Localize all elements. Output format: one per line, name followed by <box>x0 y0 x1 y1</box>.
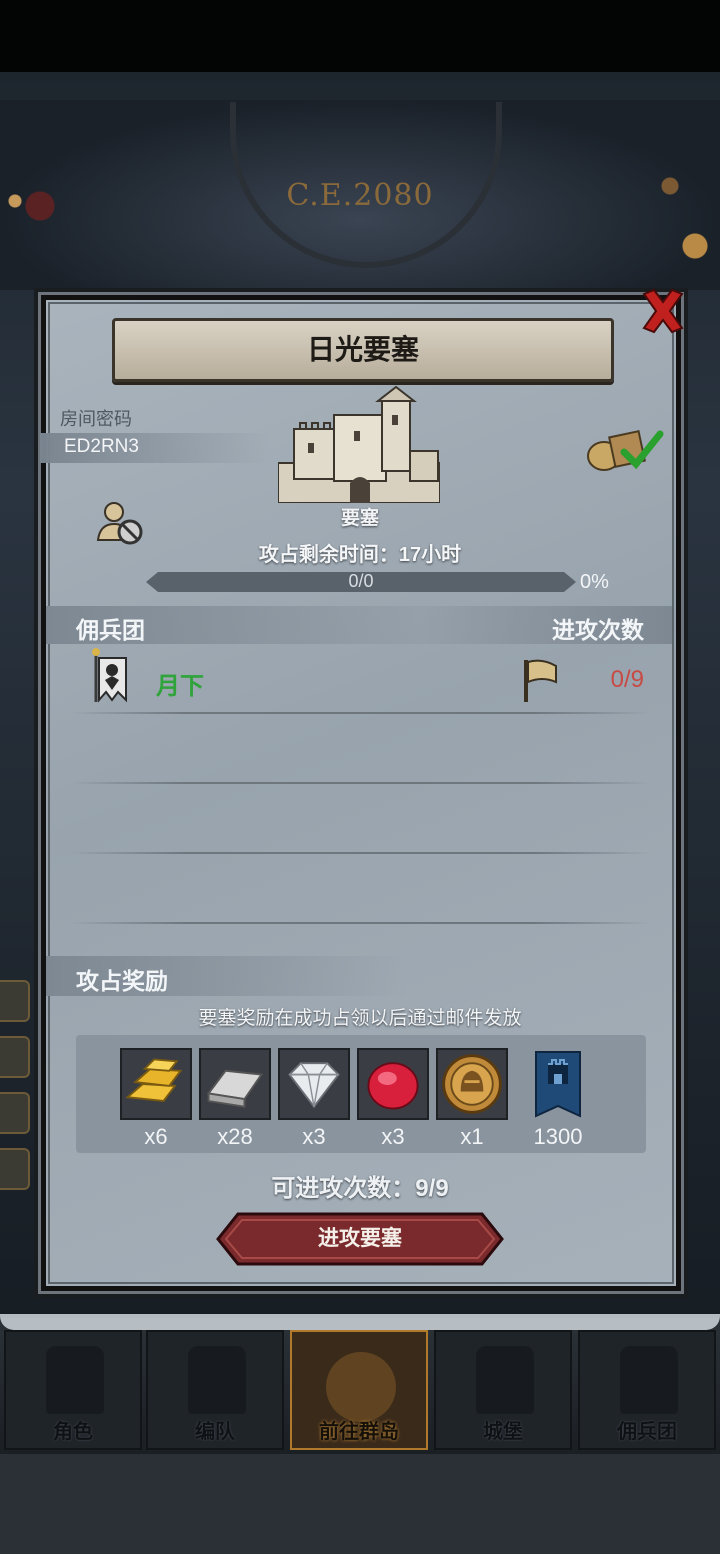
progress-percent: 0% <box>580 571 609 593</box>
helmet-icon <box>188 1346 246 1414</box>
reward-item-gold[interactable] <box>120 1048 192 1120</box>
attack-times-column-label: 进攻次数 <box>552 617 644 643</box>
nav-label: 佣兵团 <box>617 1421 677 1443</box>
close-button[interactable] <box>636 284 690 338</box>
reward-count: 1300 <box>533 1124 583 1149</box>
knight-medal-icon <box>438 1050 506 1118</box>
reward-count: x1 <box>460 1124 484 1149</box>
reward-item-diamond[interactable] <box>278 1048 350 1120</box>
close-icon <box>642 288 684 334</box>
reward-count: x6 <box>144 1124 168 1149</box>
title-banner: 日光要塞 <box>112 318 614 382</box>
nav-formation[interactable]: 编队 <box>146 1330 284 1450</box>
available-attacks: 可进攻次数：9/9 <box>271 1175 449 1202</box>
fortress-type-label: 要塞 <box>340 508 379 529</box>
reward-count: x28 <box>217 1124 253 1149</box>
islands-icon <box>326 1352 396 1422</box>
side-tab[interactable] <box>0 1036 30 1078</box>
reward-item-silver[interactable] <box>199 1048 271 1120</box>
remaining-time: 攻占剩余时间：17小时 <box>258 544 462 566</box>
christmas-decoration-right <box>640 176 720 266</box>
dialog-title: 日光要塞 <box>306 334 419 365</box>
side-tab[interactable] <box>0 1092 30 1134</box>
row-divider <box>70 922 650 924</box>
attack-flag-icon <box>524 659 557 702</box>
nav-label: 编队 <box>195 1421 235 1443</box>
diamond-icon <box>280 1050 348 1118</box>
attack-fortress-button[interactable]: 进攻要塞 <box>216 1212 504 1266</box>
reward-title: 攻占奖励 <box>76 968 168 994</box>
footer-area <box>0 1454 720 1554</box>
nav-label: 城堡 <box>483 1421 523 1443</box>
mercenary-column-label: 佣兵团 <box>76 617 145 643</box>
row-divider <box>70 712 650 714</box>
silver-bar-icon <box>201 1050 269 1118</box>
christmas-decoration-left <box>0 176 90 256</box>
knight-icon <box>46 1346 104 1414</box>
era-label: C.E.2080 <box>286 178 434 213</box>
nav-label: 前往群岛 <box>319 1421 399 1443</box>
guild-banner-emblem-icon <box>92 648 127 703</box>
nav-label: 角色 <box>53 1421 93 1443</box>
row-divider <box>70 852 650 854</box>
guild-attack-count: 0/9 <box>610 666 644 693</box>
reward-item-medal[interactable] <box>436 1048 508 1120</box>
mercenary-ship-icon <box>620 1346 678 1414</box>
attack-fortress-label: 进攻要塞 <box>318 1227 402 1250</box>
castle-icon <box>476 1346 534 1414</box>
nav-character[interactable]: 角色 <box>4 1330 142 1450</box>
nav-islands[interactable]: 前往群岛 <box>290 1330 428 1450</box>
status-bar <box>0 0 720 72</box>
reward-item-ruby[interactable] <box>357 1048 429 1120</box>
row-divider <box>70 782 650 784</box>
progress-text: 0/0 <box>348 571 374 591</box>
snow-edge <box>0 1314 720 1330</box>
reward-count: x3 <box>302 1124 326 1149</box>
reward-count: x3 <box>381 1124 405 1149</box>
reward-note: 要塞奖励在成功占领以后通过邮件发放 <box>198 1008 522 1029</box>
nav-mercenary[interactable]: 佣兵团 <box>578 1330 716 1450</box>
loot-collected-icon[interactable] <box>584 422 666 474</box>
nav-castle[interactable]: 城堡 <box>434 1330 572 1450</box>
fortress-castle-icon <box>278 385 440 503</box>
ruby-icon <box>359 1050 427 1118</box>
guild-name: 月下 <box>156 673 204 700</box>
gold-bar-icon <box>122 1050 190 1118</box>
guild-banner-icon[interactable] <box>534 1050 582 1120</box>
room-code: ED2RN3 <box>64 436 139 457</box>
room-code-label: 房间密码 <box>60 409 132 429</box>
